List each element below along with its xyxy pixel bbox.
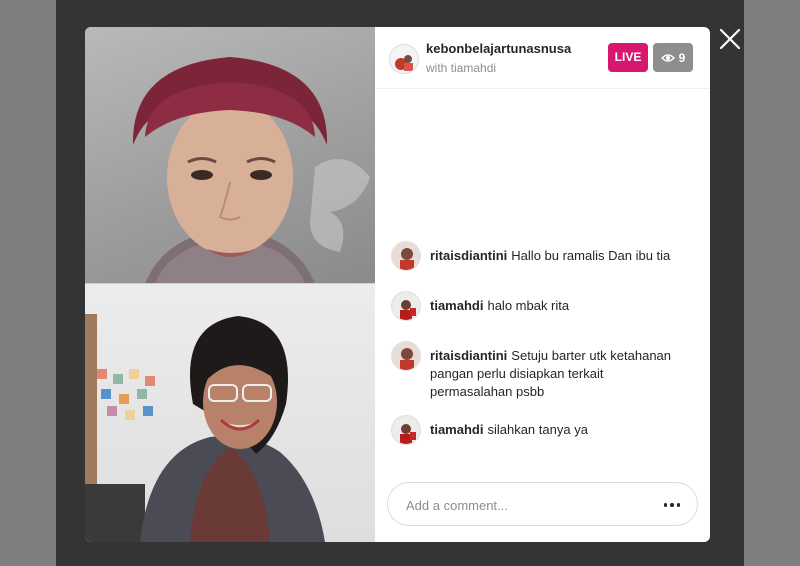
comment-box: [387, 482, 698, 526]
guest-video-feed: [85, 284, 375, 542]
comment-text: ritaisdiantini Setuju barter utk ketahana…: [430, 347, 680, 401]
avatar-image: [392, 416, 420, 444]
comment-body: halo mbak rita: [487, 298, 570, 313]
comment-input[interactable]: [406, 494, 636, 516]
comment-text: ritaisdiantini Hallo bu ramalis Dan ibu t…: [430, 247, 670, 265]
comment-body: Hallo bu ramalis Dan ibu tia: [511, 248, 671, 263]
host-video-image: [132, 57, 370, 284]
avatar-image: [392, 292, 420, 320]
viewer-count-badge: 9: [653, 43, 693, 72]
live-video[interactable]: [85, 27, 375, 542]
comment-username[interactable]: tiamahdi: [430, 298, 483, 313]
viewer-count: 9: [678, 50, 686, 65]
guest-video-image: [85, 314, 325, 542]
host-avatar[interactable]: [389, 44, 419, 74]
close-button[interactable]: [716, 25, 744, 53]
comment-username[interactable]: tiamahdi: [430, 422, 483, 437]
comment-username[interactable]: ritaisdiantini: [430, 248, 507, 263]
comment-item: ritaisdiantini Hallo bu ramalis Dan ibu t…: [391, 241, 696, 271]
comment-avatar[interactable]: [391, 291, 421, 321]
comment-username[interactable]: ritaisdiantini: [430, 348, 507, 363]
live-sidebar: kebonbelajartunasnusa with tiamahdi LIVE…: [375, 27, 710, 542]
live-modal: kebonbelajartunasnusa with tiamahdi LIVE…: [85, 27, 710, 542]
comment-item: ritaisdiantini Setuju barter utk ketahana…: [391, 341, 696, 401]
comment-text: tiamahdi silahkan tanya ya: [430, 421, 588, 439]
avatar-image: [392, 242, 420, 270]
comment-avatar[interactable]: [391, 415, 421, 445]
comment-item: tiamahdi halo mbak rita: [391, 291, 696, 321]
eye-icon: [660, 53, 675, 62]
more-options-icon-dot: [676, 503, 681, 507]
more-options-button[interactable]: [658, 495, 686, 515]
comment-avatar[interactable]: [391, 241, 421, 271]
host-username[interactable]: kebonbelajartunasnusa: [426, 41, 571, 56]
more-options-icon-dot: [663, 503, 668, 507]
with-guest-text: with tiamahdi: [426, 61, 497, 75]
live-header: kebonbelajartunasnusa with tiamahdi LIVE…: [375, 27, 710, 89]
host-avatar-image: [390, 45, 418, 73]
avatar-image: [392, 342, 420, 370]
comment-text: tiamahdi halo mbak rita: [430, 297, 569, 315]
more-options-icon-dot: [670, 503, 674, 507]
comment-item: tiamahdi silahkan tanya ya: [391, 415, 696, 445]
live-badge: LIVE: [608, 43, 648, 72]
comment-avatar[interactable]: [391, 341, 421, 371]
host-video-feed: [85, 27, 375, 284]
comment-body: silahkan tanya ya: [487, 422, 588, 437]
close-icon: [719, 28, 741, 50]
